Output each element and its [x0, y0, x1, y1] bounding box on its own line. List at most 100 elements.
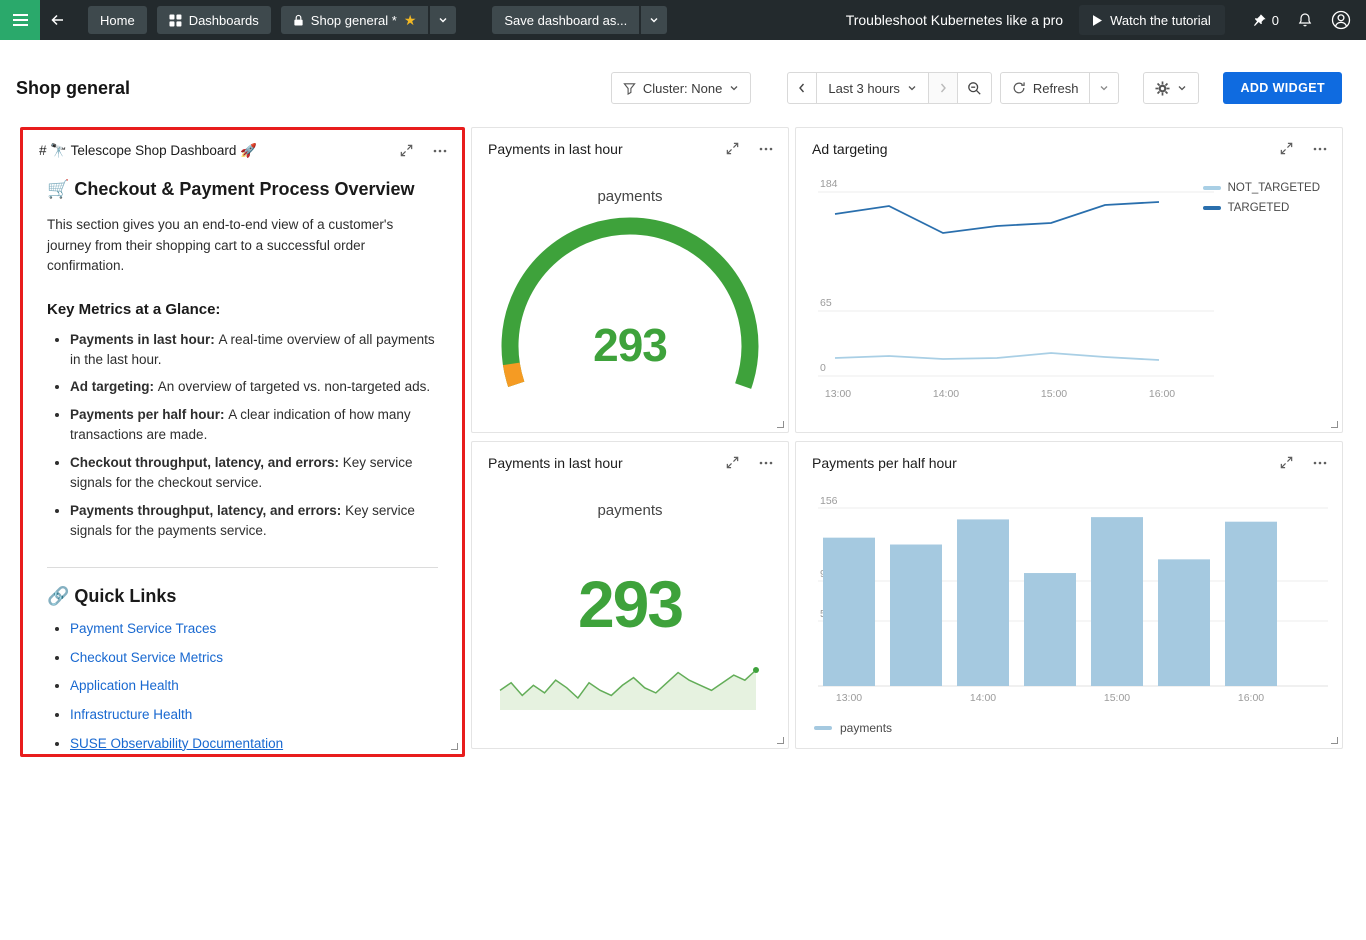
svg-text:156: 156 [820, 495, 838, 507]
lock-icon [293, 14, 304, 27]
page-header: Shop general Cluster: None Last 3 hours [0, 40, 1366, 112]
not-targeted-swatch [1203, 186, 1221, 190]
ellipsis-icon [1312, 141, 1328, 157]
ad-targeting-widget: Ad targeting 06518413:0014:0015:0016:00 … [795, 127, 1343, 433]
svg-text:16:00: 16:00 [1149, 388, 1175, 400]
refresh-options-caret[interactable] [1089, 72, 1119, 104]
refresh-group: Refresh [1000, 72, 1120, 104]
expand-widget-button[interactable] [1279, 455, 1294, 471]
gauge-value: 293 [472, 318, 788, 372]
bell-icon [1297, 12, 1313, 28]
filter-funnel-icon [623, 82, 636, 95]
widget-title: Payments in last hour [488, 455, 623, 471]
metric-item: Payments throughput, latency, and errors… [70, 501, 438, 541]
expand-icon [399, 143, 414, 158]
widget-menu-button[interactable] [432, 143, 448, 159]
metric-label: payments [472, 188, 788, 205]
time-range-group: Last 3 hours [787, 72, 992, 104]
dashboards-button[interactable]: Dashboards [157, 6, 271, 34]
watch-tutorial-button[interactable]: Watch the tutorial [1079, 5, 1225, 35]
save-as-caret[interactable] [641, 6, 667, 34]
dashboard-settings-button[interactable] [1143, 72, 1199, 104]
widget-menu-button[interactable] [1312, 455, 1328, 471]
save-as-label: Save dashboard as... [504, 13, 627, 28]
chart-legend: NOT_TARGETED TARGETED [1203, 182, 1320, 214]
widget-menu-button[interactable] [758, 455, 774, 471]
favorite-star-icon: ★ [404, 13, 417, 27]
resize-handle[interactable] [451, 743, 458, 750]
legend-label: NOT_TARGETED [1228, 182, 1320, 194]
bar-chart: 579215613:0014:0015:0016:00 [808, 488, 1332, 718]
markdown-intro: This section gives you an end-to-end vie… [47, 215, 438, 277]
dashboards-label: Dashboards [189, 13, 259, 28]
payments-number-widget: Payments in last hour payments 293 [471, 441, 789, 749]
resize-handle[interactable] [777, 737, 784, 744]
notifications-button[interactable] [1288, 0, 1322, 40]
dashboard-name-group: Shop general * ★ [281, 6, 457, 34]
quick-link[interactable]: Infrastructure Health [70, 707, 192, 722]
chevron-down-icon [1099, 83, 1109, 93]
resize-handle[interactable] [1331, 421, 1338, 428]
resize-handle[interactable] [1331, 737, 1338, 744]
svg-text:14:00: 14:00 [933, 388, 959, 400]
time-forward-button[interactable] [928, 72, 958, 104]
payments-swatch [814, 726, 832, 730]
trend-sparkline [498, 654, 762, 716]
time-range-button[interactable]: Last 3 hours [816, 72, 929, 104]
pin-count: 0 [1272, 13, 1279, 28]
refresh-button[interactable]: Refresh [1000, 72, 1091, 104]
pinned-items-button[interactable]: 0 [1243, 0, 1288, 40]
zoom-out-button[interactable] [957, 72, 992, 104]
cluster-filter-label: Cluster: None [643, 81, 722, 96]
save-dashboard-as-button[interactable]: Save dashboard as... [492, 6, 639, 34]
widget-title: Payments per half hour [812, 455, 957, 471]
home-label: Home [100, 13, 135, 28]
svg-text:184: 184 [820, 178, 838, 190]
resize-handle[interactable] [777, 421, 784, 428]
quick-link[interactable]: Application Health [70, 678, 179, 693]
back-button[interactable] [40, 0, 76, 40]
quick-link[interactable]: Checkout Service Metrics [70, 650, 223, 665]
markdown-heading: 🛒 Checkout & Payment Process Overview [47, 179, 438, 200]
home-button[interactable]: Home [88, 6, 147, 34]
svg-text:65: 65 [820, 297, 832, 309]
widget-title: # 🔭 Telescope Shop Dashboard 🚀 [39, 143, 257, 159]
expand-icon [1279, 455, 1294, 470]
zoom-out-icon [967, 81, 982, 96]
svg-text:13:00: 13:00 [825, 388, 851, 400]
chevron-right-icon [938, 82, 948, 94]
expand-icon [725, 455, 740, 470]
time-back-button[interactable] [787, 72, 817, 104]
dashboards-grid-icon [169, 14, 182, 27]
menu-button[interactable] [0, 0, 40, 40]
quick-link-item: Checkout Service Metrics [70, 648, 438, 668]
legend-label: TARGETED [1228, 202, 1290, 214]
svg-text:0: 0 [820, 362, 826, 374]
chevron-down-icon [907, 83, 917, 93]
quick-link[interactable]: SUSE Observability Documentation [70, 736, 283, 751]
widget-menu-button[interactable] [758, 141, 774, 157]
widget-title: Payments in last hour [488, 141, 623, 157]
expand-widget-button[interactable] [399, 143, 414, 159]
widget-menu-button[interactable] [1312, 141, 1328, 157]
quick-link-item: Infrastructure Health [70, 705, 438, 725]
payments-per-half-hour-widget: Payments per half hour 579215613:0014:00… [795, 441, 1343, 749]
dashboard-name-button[interactable]: Shop general * ★ [281, 6, 429, 34]
expand-widget-button[interactable] [725, 455, 740, 471]
add-widget-button[interactable]: ADD WIDGET [1223, 72, 1342, 104]
expand-widget-button[interactable] [1279, 141, 1294, 157]
avatar-icon [1331, 10, 1351, 30]
pin-icon [1252, 13, 1267, 28]
refresh-label: Refresh [1033, 81, 1079, 96]
user-avatar-button[interactable] [1322, 0, 1360, 40]
expand-widget-button[interactable] [725, 141, 740, 157]
quick-link[interactable]: Payment Service Traces [70, 621, 216, 636]
cluster-filter-button[interactable]: Cluster: None [611, 72, 751, 104]
svg-text:15:00: 15:00 [1104, 692, 1130, 704]
tutorial-label: Watch the tutorial [1110, 13, 1211, 28]
metric-value: 293 [472, 566, 788, 642]
dashboard-name-caret[interactable] [430, 6, 456, 34]
payments-gauge-widget: Payments in last hour payments 293 [471, 127, 789, 433]
chevron-down-icon [438, 15, 448, 25]
quick-link-item: SUSE Observability Documentation [70, 734, 438, 754]
